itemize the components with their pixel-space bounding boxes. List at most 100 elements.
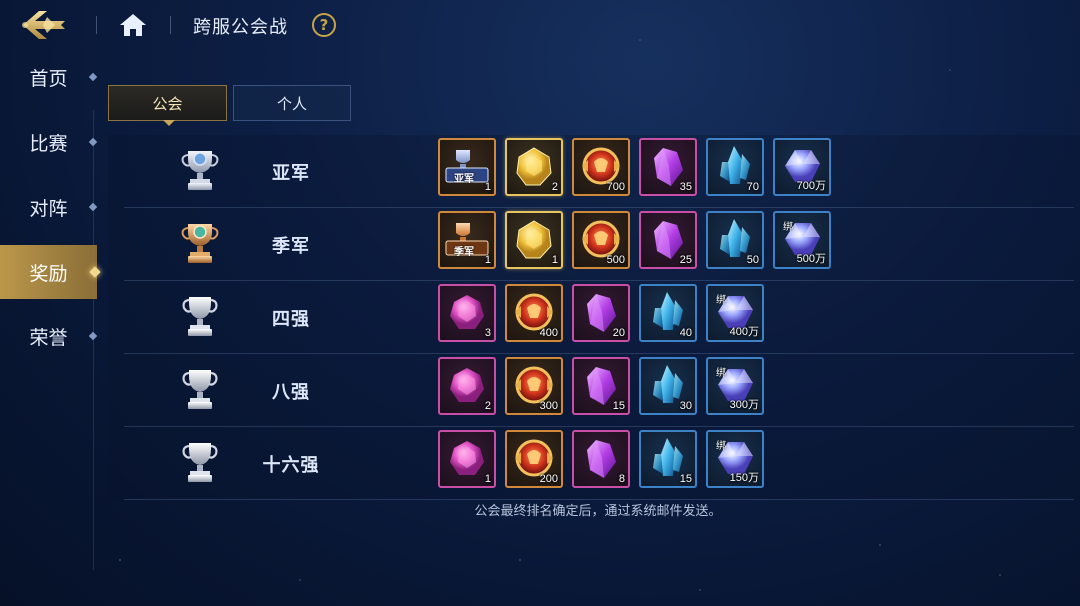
silver-cup-icon <box>180 366 220 412</box>
silver-cup-icon <box>180 439 220 485</box>
item-count: 2 <box>551 181 558 193</box>
reward-row: 四强 3 400 20 40 绑 400万 <box>124 281 1074 354</box>
help-button[interactable]: ? <box>312 13 336 37</box>
item-count: 500万 <box>796 253 826 265</box>
header-divider <box>170 16 171 34</box>
item-count: 1 <box>551 254 558 266</box>
reward-row: 亚军 亚军 1 2 700 35 70 700万 <box>124 135 1074 208</box>
item-count: 15 <box>612 400 625 412</box>
item-count: 700 <box>606 181 625 193</box>
item-count: 30 <box>679 400 692 412</box>
silver-cup-icon <box>180 293 220 339</box>
item-count: 200 <box>539 473 558 485</box>
item-count: 1 <box>484 254 491 266</box>
sidebar-item-honor[interactable]: 荣誉 <box>0 309 98 363</box>
reward-row: 十六强 1 200 8 15 绑 150万 <box>124 427 1074 500</box>
reward-item[interactable]: 700 <box>572 138 630 196</box>
reward-item[interactable]: 50 <box>706 211 764 269</box>
rank-label: 十六强 <box>262 455 320 476</box>
reward-row: 八强 2 300 15 30 绑 300万 <box>124 354 1074 427</box>
tab-label: 个人 <box>276 94 307 113</box>
reward-item[interactable]: 30 <box>639 357 697 415</box>
reward-item[interactable]: 1 <box>438 430 496 488</box>
tab-personal[interactable]: 个人 <box>233 85 351 121</box>
reward-item[interactable]: 1 <box>505 211 563 269</box>
reward-item[interactable]: 绑 300万 <box>706 357 764 415</box>
reward-table: 亚军 亚军 1 2 700 35 70 700万 季军 季军 1 1 500 2… <box>108 135 1080 500</box>
item-count: 700万 <box>796 180 826 192</box>
diamond-marker-icon <box>88 137 98 147</box>
sidebar-item-label: 奖励 <box>29 262 68 285</box>
reward-item[interactable]: 35 <box>639 138 697 196</box>
tab-label: 公会 <box>152 94 183 113</box>
item-count: 300万 <box>729 399 759 411</box>
rank-label: 亚军 <box>272 163 310 184</box>
reward-item[interactable]: 300 <box>505 357 563 415</box>
reward-item[interactable]: 绑 150万 <box>706 430 764 488</box>
sidebar-item-home[interactable]: 首页 <box>0 50 98 104</box>
reward-item[interactable]: 绑 400万 <box>706 284 764 342</box>
diamond-marker-icon <box>88 202 98 212</box>
bound-tag: 绑 <box>716 441 726 452</box>
reward-item[interactable]: 绑 500万 <box>773 211 831 269</box>
item-count: 400 <box>539 327 558 339</box>
item-count: 2 <box>484 400 491 412</box>
item-count: 40 <box>679 327 692 339</box>
silver-trophy-icon <box>180 147 220 193</box>
reward-item[interactable]: 季军 1 <box>438 211 496 269</box>
question-mark-icon: ? <box>319 16 329 34</box>
header-divider <box>96 16 97 34</box>
badge-banner-text: 季军 <box>454 247 474 258</box>
item-count: 70 <box>746 181 759 193</box>
reward-item[interactable]: 20 <box>572 284 630 342</box>
rank-label: 季军 <box>272 236 310 257</box>
reward-item[interactable]: 3 <box>438 284 496 342</box>
reward-item[interactable]: 200 <box>505 430 563 488</box>
reward-item[interactable]: 8 <box>572 430 630 488</box>
rank-label: 八强 <box>272 382 310 403</box>
back-button[interactable] <box>14 3 80 47</box>
reward-item[interactable]: 2 <box>438 357 496 415</box>
sidebar-nav: 首页 比赛 对阵 奖励 荣誉 <box>0 50 101 606</box>
bound-tag: 绑 <box>783 222 793 233</box>
rank-label: 四强 <box>272 309 310 330</box>
sidebar-item-match[interactable]: 比赛 <box>0 115 98 169</box>
reward-item[interactable]: 500 <box>572 211 630 269</box>
reward-item[interactable]: 2 <box>505 138 563 196</box>
sidebar-item-bracket[interactable]: 对阵 <box>0 180 98 234</box>
reward-item[interactable]: 700万 <box>773 138 831 196</box>
bound-tag: 绑 <box>716 368 726 379</box>
reward-row: 季军 季军 1 1 500 25 50 绑 500万 <box>124 208 1074 281</box>
top-bar: 跨服公会战 ? <box>0 0 1080 50</box>
item-count: 1 <box>484 473 491 485</box>
item-count: 25 <box>679 254 692 266</box>
item-count: 400万 <box>729 326 759 338</box>
home-button[interactable] <box>117 10 149 40</box>
page-title: 跨服公会战 <box>193 17 288 38</box>
tab-active-indicator <box>163 120 175 126</box>
item-count: 35 <box>679 181 692 193</box>
home-icon <box>120 14 146 36</box>
reward-item[interactable]: 25 <box>639 211 697 269</box>
back-arrow-icon <box>22 11 65 39</box>
sidebar-item-label: 比赛 <box>29 132 68 155</box>
reward-item[interactable]: 15 <box>639 430 697 488</box>
item-count: 1 <box>484 181 491 193</box>
item-count: 15 <box>679 473 692 485</box>
reward-item[interactable]: 40 <box>639 284 697 342</box>
reward-item[interactable]: 70 <box>706 138 764 196</box>
item-count: 3 <box>484 327 491 339</box>
item-count: 500 <box>606 254 625 266</box>
diamond-marker-icon <box>88 331 98 341</box>
reward-item[interactable]: 亚军 1 <box>438 138 496 196</box>
diamond-marker-icon <box>88 72 98 82</box>
bound-tag: 绑 <box>716 295 726 306</box>
sidebar-item-rewards[interactable]: 奖励 <box>0 245 101 299</box>
reward-item[interactable]: 400 <box>505 284 563 342</box>
reward-item[interactable]: 15 <box>572 357 630 415</box>
item-count: 20 <box>612 327 625 339</box>
sidebar-item-label: 荣誉 <box>29 326 68 349</box>
tab-guild[interactable]: 公会 <box>108 85 227 126</box>
item-count: 8 <box>618 473 625 485</box>
item-count: 300 <box>539 400 558 412</box>
